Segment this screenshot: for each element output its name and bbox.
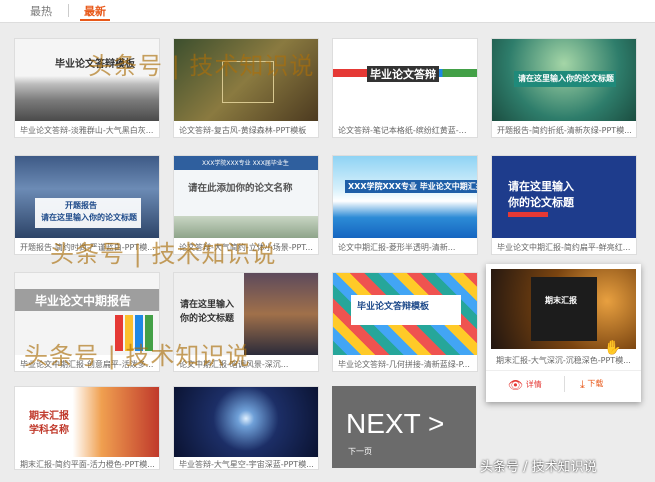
thumb-title: 毕业论文中期报告 xyxy=(35,294,132,308)
template-card-13[interactable]: 期末汇报 学科名称 期末汇报-简约平面-活力橙色-PPT模... xyxy=(14,386,160,470)
watermark: 头条号 | 技术知识说 xyxy=(88,52,315,80)
watermark: 头条号 | 技术知识说 xyxy=(50,240,277,268)
template-caption: 毕业论文答辩-几何拼接-清新蓝绿-P... xyxy=(338,360,470,369)
thumb-title: 请在这里输入你的论文标题 xyxy=(518,74,614,83)
next-label: NEXT > xyxy=(346,408,445,439)
corner-watermark: 头条号 / 技术知识说 xyxy=(480,460,597,475)
thumb-subtitle: 你的论文标题 xyxy=(180,314,235,324)
watermark: 头条号 | 技术知识说 xyxy=(24,342,251,370)
template-thumbnail: 开题报告 请在这里输入你的论文标题 xyxy=(15,156,159,238)
tab-separator xyxy=(68,4,69,17)
cursor-icon: ✋ xyxy=(604,340,622,356)
thumb-title: 开题报告 xyxy=(65,201,97,210)
thumb-subtitle: 你的论文标题 xyxy=(508,196,574,209)
template-thumbnail: XXX学院XXX专业 XXX届毕业生 请在此添加你的论文名称 xyxy=(174,156,318,238)
detail-button[interactable]: 👁 详情 xyxy=(508,378,542,392)
template-card-3[interactable]: 毕业论文答辩 论文答辩-笔记本格纸-缤纷红黄蓝-开... xyxy=(332,38,478,138)
template-caption: 开题报告-简约折纸-清新灰绿-PPT模... xyxy=(497,126,632,135)
divider xyxy=(564,376,565,392)
template-caption: 毕业论文答辩-淡雅群山-大气黑白灰... xyxy=(20,126,154,135)
download-button[interactable]: ⤓ 下载 xyxy=(580,378,603,392)
thumb-title: 毕业论文答辩 xyxy=(367,66,439,82)
template-caption: 论文答辩-笔记本格纸-缤纷红黄蓝-开... xyxy=(338,126,474,135)
divider xyxy=(486,370,641,371)
thumb-title: 期末汇报 xyxy=(29,411,69,422)
template-thumbnail: XXX学院XXX专业 毕业论文中期汇报 xyxy=(333,156,477,238)
download-icon: ⤓ xyxy=(580,378,585,391)
template-thumbnail xyxy=(174,387,318,457)
thumb-subtitle: 请在这里输入你的论文标题 xyxy=(41,213,137,222)
tab-hottest[interactable]: 最热 xyxy=(30,3,52,19)
template-card-4[interactable]: 请在这里输入你的论文标题 开题报告-简约折纸-清新灰绿-PPT模... xyxy=(491,38,637,138)
thumb-header: XXX学院XXX专业 XXX届毕业生 xyxy=(202,160,289,167)
template-caption: 毕业答辩-大气星空-宇宙深蓝-PPT模... xyxy=(179,460,314,469)
thumb-title: 请在这里输入 xyxy=(180,300,235,310)
next-page-button[interactable]: NEXT > 下一页 xyxy=(332,386,476,468)
thumb-title: 请在此添加你的论文名称 xyxy=(188,183,293,194)
template-card-12-hover[interactable]: 期末汇报 期末汇报-大气深沉-沉稳深色-PPT模... 👁 详情 ⤓ 下载 ✋ xyxy=(486,264,641,402)
tab-bar: 最热 最新 xyxy=(0,0,655,23)
template-caption: 论文中期汇报-菱形半透明-清新... xyxy=(338,243,456,252)
detail-label: 详情 xyxy=(525,380,542,389)
template-caption: 期末汇报-简约平面-活力橙色-PPT模... xyxy=(20,460,155,469)
template-caption: 毕业论文中期汇报-简约扁平-鲜亮红... xyxy=(497,243,631,252)
template-thumbnail: 期末汇报 学科名称 xyxy=(15,387,159,457)
template-thumbnail: 请在这里输入你的论文标题 xyxy=(492,39,636,121)
thumb-subtitle: 学科名称 xyxy=(29,425,69,436)
template-card-8[interactable]: 请在这里输入 你的论文标题 毕业论文中期汇报-简约扁平-鲜亮红... xyxy=(491,155,637,255)
active-tab-underline xyxy=(80,19,110,21)
template-thumbnail: 请在这里输入 你的论文标题 xyxy=(492,156,636,238)
template-card-14[interactable]: 毕业答辩-大气星空-宇宙深蓝-PPT模... xyxy=(173,386,319,470)
download-label: 下载 xyxy=(587,379,604,388)
thumb-title: 期末汇报 xyxy=(545,296,577,305)
template-thumbnail: 毕业论文答辩模板 xyxy=(333,273,477,355)
eye-icon: 👁 xyxy=(508,378,524,392)
template-card-11[interactable]: 毕业论文答辩模板 毕业论文答辩-几何拼接-清新蓝绿-P... xyxy=(332,272,478,372)
template-thumbnail: 期末汇报 xyxy=(491,269,636,349)
next-sublabel: 下一页 xyxy=(348,447,372,456)
tab-newest[interactable]: 最新 xyxy=(84,3,106,19)
template-caption: 期末汇报-大气深沉-沉稳深色-PPT模... xyxy=(496,356,631,365)
thumb-title: 请在这里输入 xyxy=(508,180,574,193)
template-thumbnail: 毕业论文答辩 xyxy=(333,39,477,121)
thumb-title: XXX学院XXX专业 毕业论文中期汇报 xyxy=(345,180,477,193)
template-card-7[interactable]: XXX学院XXX专业 毕业论文中期汇报 论文中期汇报-菱形半透明-清新... xyxy=(332,155,478,255)
thumb-title: 毕业论文答辩模板 xyxy=(357,302,430,312)
template-caption: 论文答辩-复古风-黄绿森林-PPT模板 xyxy=(179,126,307,135)
